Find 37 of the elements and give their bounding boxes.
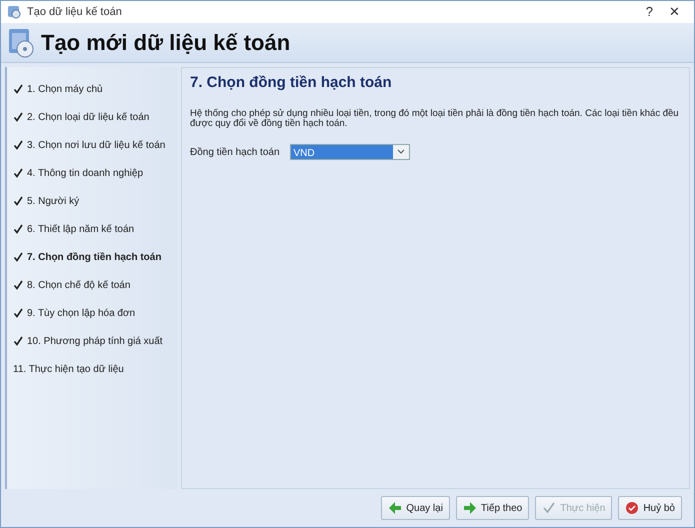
cancel-icon (625, 501, 640, 515)
wizard-step[interactable]: 4. Thông tin doanh nghiệp (13, 159, 177, 187)
wizard-step[interactable]: 11. Thực hiện tạo dữ liệu (13, 355, 177, 383)
checkmark-icon (13, 280, 23, 290)
checkmark-icon (13, 168, 23, 178)
wizard-step[interactable]: 1. Chọn máy chủ (13, 75, 177, 103)
checkmark-icon (542, 501, 556, 515)
description-text: Hệ thống cho phép sử dụng nhiều loại tiền, trong đó một loại tiền phải là đồng tiền hạch toán. Các loại tiền khác đều được quy đổi về đồng tiền hạch toán. (190, 108, 680, 130)
arrow-left-icon (388, 501, 402, 515)
window-title: Tạo dữ liệu kế toán (27, 4, 122, 20)
checkmark-icon (13, 308, 23, 318)
checkmark-icon (13, 252, 23, 262)
cancel-button[interactable]: Huỷ bỏ (618, 496, 682, 520)
checkmark-icon (13, 84, 23, 94)
step-title: 7. Chọn đồng tiền hạch toán (190, 73, 393, 93)
next-button[interactable]: Tiếp theo (456, 496, 530, 520)
back-button[interactable]: Quay lại (381, 496, 450, 520)
app-icon (7, 5, 21, 19)
wizard-step[interactable]: 8. Chọn chế độ kế toán (13, 271, 177, 299)
checkmark-icon (13, 112, 23, 122)
wizard-step[interactable]: 6. Thiết lập năm kế toán (13, 215, 177, 243)
checkmark-icon (13, 336, 23, 346)
currency-dropdown[interactable]: VND (290, 144, 410, 160)
wizard-step[interactable]: 3. Chọn nơi lưu dữ liệu kế toán (13, 131, 177, 159)
checkmark-icon (13, 224, 23, 234)
wizard-step[interactable]: 9. Tùy chọn lập hóa đơn (13, 299, 177, 327)
help-button[interactable]: ? (638, 2, 661, 22)
wizard-step[interactable]: 10. Phương pháp tính giá xuất (13, 327, 177, 355)
field-label: Đồng tiền hạch toán (190, 146, 280, 160)
arrow-right-icon (462, 501, 477, 515)
wizard-step[interactable]: 2. Chọn loại dữ liệu kế toán (13, 103, 177, 131)
wizard-step[interactable]: 5. Người ký (13, 187, 177, 215)
header-title: Tạo mới dữ liệu kế toán (41, 29, 290, 57)
close-button[interactable]: ✕ (661, 2, 688, 22)
wizard-step[interactable]: 7. Chọn đồng tiền hạch toán (13, 243, 177, 271)
checkmark-icon (13, 140, 23, 150)
checkmark-icon (13, 196, 23, 206)
